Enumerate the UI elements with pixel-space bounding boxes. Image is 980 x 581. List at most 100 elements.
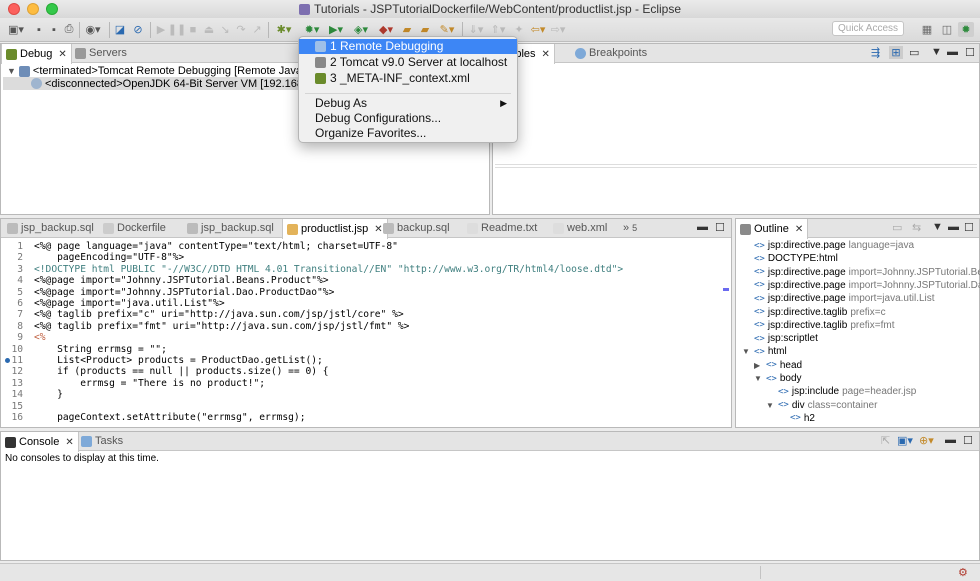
open-perspective-icon[interactable]: ▦ — [920, 22, 934, 37]
outline-item[interactable]: <> jsp:directive.taglib prefix=fmt — [742, 320, 895, 331]
minimize-icon[interactable]: ▬ — [948, 221, 959, 233]
quick-access-input[interactable]: Quick Access — [832, 21, 904, 36]
save-icon[interactable]: ▪ — [33, 22, 45, 37]
open-folder-icon[interactable]: ▰ — [400, 22, 414, 37]
tab-servers[interactable]: Servers — [71, 44, 131, 63]
tab-breakpoints[interactable]: Breakpoints — [571, 44, 651, 63]
tab-jsp-backup-sql-2[interactable]: jsp_backup.sql — [183, 219, 278, 238]
skip-breakpoints-icon[interactable]: ◪ — [113, 22, 127, 37]
pin-console-icon[interactable]: ⇱ — [881, 434, 890, 447]
close-icon[interactable]: ✕ — [542, 45, 550, 64]
forward-icon[interactable]: ⇨▾ — [548, 22, 568, 37]
outline-item[interactable]: <> jsp:directive.taglib prefix=c — [742, 307, 886, 318]
zoom-window-button[interactable] — [46, 3, 58, 15]
details-sash[interactable] — [495, 164, 977, 168]
step-return-icon[interactable]: ↗ — [250, 22, 264, 37]
menu-item-organize-favorites[interactable]: Organize Favorites... — [299, 126, 517, 141]
save-all-icon[interactable]: ▪ — [48, 22, 60, 37]
next-annotation-icon[interactable]: ⇓▾ — [466, 22, 486, 37]
collapse-icon[interactable]: ▼ — [7, 66, 16, 76]
progress-icon[interactable]: ⚙ — [958, 566, 968, 579]
outline-item[interactable]: ▶ <> head — [754, 360, 805, 371]
debug-dropdown-icon[interactable]: ✹▾ — [300, 22, 324, 37]
outline-item[interactable]: <> jsp:include page=header.jsp — [766, 386, 916, 397]
expand-toggle-icon[interactable]: ▶ — [754, 361, 763, 370]
tab-dockerfile[interactable]: Dockerfile — [99, 219, 170, 238]
prev-annotation-icon[interactable]: ⇑▾ — [488, 22, 508, 37]
step-into-icon[interactable]: ↘ — [218, 22, 232, 37]
tab-outline[interactable]: Outline ✕ — [736, 219, 809, 239]
resume-icon[interactable]: ▶ — [154, 22, 168, 37]
menu-item-remote-debugging[interactable]: 1 Remote Debugging — [299, 39, 517, 54]
maximize-icon[interactable]: ☐ — [963, 434, 973, 447]
minimize-icon[interactable]: ▬ — [697, 221, 708, 233]
tab-readme-txt[interactable]: Readme.txt — [463, 219, 541, 238]
menu-item-debug-configurations[interactable]: Debug Configurations... — [299, 111, 517, 126]
no-breakpoint-icon[interactable]: ⊘ — [131, 22, 145, 37]
pin-icon[interactable]: ✦ — [512, 22, 526, 37]
outline-item[interactable]: <> h2 — [778, 413, 818, 424]
java-ee-perspective-icon[interactable]: ◫ — [940, 22, 954, 37]
outline-item[interactable]: ▼ <> html — [742, 346, 790, 357]
tab-web-xml[interactable]: web.xml — [549, 219, 611, 238]
collapse-all-icon[interactable]: ▭ — [892, 221, 902, 234]
step-over-icon[interactable]: ↷ — [234, 22, 248, 37]
show-logical-structure-icon[interactable]: ⊞ — [889, 46, 903, 59]
back-icon[interactable]: ⇦▾ — [528, 22, 548, 37]
close-icon[interactable]: ✕ — [795, 220, 803, 239]
outline-item[interactable]: <> jsp:directive.page import=java.util.Lis… — [742, 293, 935, 304]
tab-debug[interactable]: Debug ✕ — [1, 44, 72, 64]
expand-toggle-icon[interactable]: ▼ — [742, 347, 751, 356]
minimize-window-button[interactable] — [27, 3, 39, 15]
minimize-icon[interactable]: ▬ — [947, 46, 958, 58]
tab-console[interactable]: Console ✕ — [1, 432, 79, 452]
code-editor[interactable]: 1 <%@ page language="java" contentType="t… — [1, 239, 731, 427]
coverage-icon[interactable]: ◈▾ — [349, 22, 373, 37]
outline-item[interactable]: <> jsp:directive.page language=java — [742, 240, 914, 251]
menu-item-debug-as[interactable]: Debug As ▶ — [299, 96, 517, 111]
tab-overflow[interactable]: » 5 — [619, 219, 641, 238]
maximize-icon[interactable]: ☐ — [964, 221, 974, 234]
menu-item-tomcat-server[interactable]: 2 Tomcat v9.0 Server at localhost — [299, 55, 517, 70]
user-icon[interactable]: ◉▾ — [83, 22, 103, 37]
outline-item-detail: language=java — [848, 240, 915, 251]
close-window-button[interactable] — [8, 3, 20, 15]
close-icon[interactable]: ✕ — [65, 433, 73, 452]
tab-backup-sql[interactable]: backup.sql — [379, 219, 454, 238]
debug-perspective-icon[interactable]: ✱▾ — [272, 22, 296, 37]
external-tools-icon[interactable]: ◆▾ — [374, 22, 398, 37]
expand-toggle-icon[interactable]: ▼ — [766, 401, 775, 410]
tab-productlist-jsp[interactable]: productlist.jsp ✕ — [282, 219, 388, 239]
maximize-icon[interactable]: ☐ — [965, 46, 975, 59]
overview-ruler-marker[interactable] — [723, 288, 729, 291]
print-icon[interactable]: ⎙ — [63, 22, 75, 37]
outline-item[interactable]: <> DOCTYPE:html — [742, 253, 841, 264]
suspend-icon[interactable]: ❚❚ — [168, 22, 186, 37]
menu-item-meta-inf-context[interactable]: 3 _META-INF_context.xml — [299, 71, 517, 86]
view-menu-icon[interactable]: ▼ — [932, 221, 943, 233]
minimize-icon[interactable]: ▬ — [945, 434, 956, 446]
new-icon[interactable]: ▣▾ — [6, 22, 26, 37]
expand-toggle-icon[interactable]: ▼ — [754, 374, 763, 383]
outline-item[interactable]: <> jsp:scriptlet — [742, 333, 821, 344]
open-console-icon[interactable]: ⊕▾ — [919, 434, 934, 447]
outline-item[interactable]: <> jsp:directive.page import=Johnny.JSPTut… — [742, 267, 980, 278]
view-menu-icon[interactable]: ▼ — [931, 46, 942, 58]
open-type-icon[interactable]: ▰ — [418, 22, 432, 37]
show-type-names-icon[interactable]: ⇶ — [871, 46, 880, 59]
outline-item[interactable]: ▼ <> div class=container — [766, 400, 877, 411]
maximize-icon[interactable]: ☐ — [715, 221, 725, 234]
outline-item[interactable]: ▼ <> body — [754, 373, 805, 384]
debug-perspective-button[interactable]: ✹ — [958, 22, 974, 37]
run-icon[interactable]: ▶▾ — [324, 22, 348, 37]
outline-item[interactable]: <> jsp:directive.page import=Johnny.JSPTut… — [742, 280, 980, 291]
edit-icon[interactable]: ✎▾ — [436, 22, 458, 37]
link-editor-icon[interactable]: ⇆ — [912, 221, 921, 234]
disconnect-icon[interactable]: ⏏ — [202, 22, 216, 37]
terminate-icon[interactable]: ■ — [186, 22, 200, 37]
tab-tasks[interactable]: Tasks — [77, 432, 127, 451]
close-icon[interactable]: ✕ — [58, 45, 66, 64]
tab-jsp-backup-sql[interactable]: jsp_backup.sql — [3, 219, 98, 238]
display-console-icon[interactable]: ▣▾ — [897, 434, 913, 447]
collapse-all-icon[interactable]: ▭ — [909, 46, 919, 59]
